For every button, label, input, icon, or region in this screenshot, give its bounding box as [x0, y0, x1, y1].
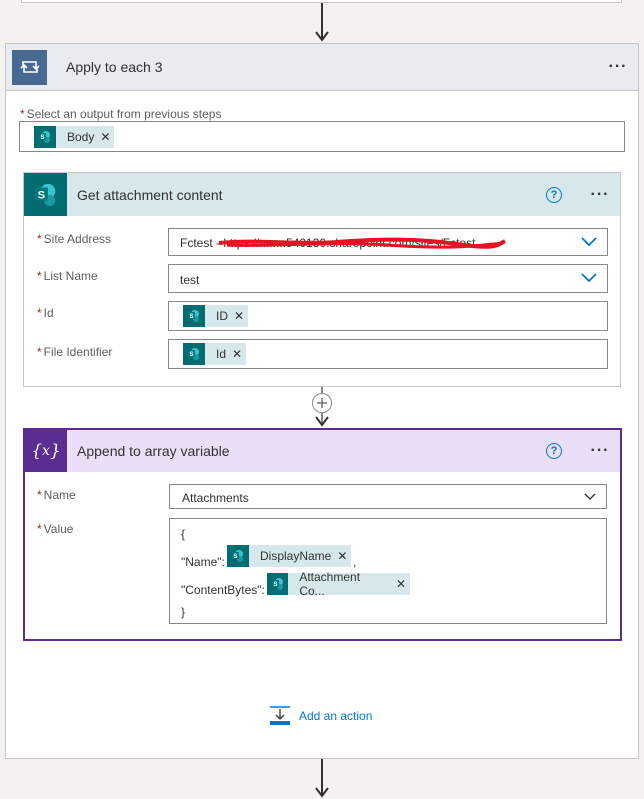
svg-text:S: S: [189, 314, 193, 320]
id-token[interactable]: S ID ✕: [183, 305, 249, 327]
arrow-down-icon: [315, 787, 329, 798]
name-value: Attachments: [182, 491, 249, 505]
json-open-brace: {: [181, 527, 186, 541]
select-output-label: * Select an output from previous steps: [20, 107, 222, 121]
file-identifier-field[interactable]: S Id ✕: [168, 339, 608, 369]
close-icon[interactable]: ✕: [232, 347, 242, 361]
close-icon[interactable]: ✕: [100, 130, 110, 144]
more-options-button[interactable]: ···: [580, 442, 620, 460]
id-field[interactable]: S ID ✕: [168, 301, 608, 331]
redaction-mark: [218, 237, 506, 249]
append-to-array-card: {x} Append to array variable ? ··· * Name…: [23, 428, 622, 641]
token-label: Id: [216, 347, 227, 361]
json-comma: ,: [353, 555, 357, 569]
token-label: Attachment Co...: [299, 570, 361, 598]
loop-icon: [12, 49, 47, 85]
apply-to-each-container: Apply to each 3 ··· * Select an output fr…: [5, 43, 639, 759]
plus-icon: [317, 398, 327, 408]
json-close-brace: }: [181, 605, 186, 619]
value-editor[interactable]: { "Name": S DisplayName ✕ , "ContentByte…: [169, 518, 607, 624]
variable-icon: {x}: [25, 430, 67, 472]
sharepoint-icon: S: [24, 173, 67, 216]
add-action-icon: [270, 706, 290, 725]
name-label: * Name: [37, 488, 76, 502]
svg-text:S: S: [37, 189, 44, 201]
chevron-down-icon[interactable]: [584, 493, 596, 501]
displayname-token[interactable]: S DisplayName ✕: [227, 545, 352, 567]
list-name-label: * List Name: [37, 269, 98, 283]
insert-step-button[interactable]: [312, 393, 332, 413]
token-label: Body: [67, 130, 95, 144]
token-label: ID: [216, 309, 228, 323]
json-name-key: "Name":: [181, 555, 225, 569]
svg-text:S: S: [189, 352, 193, 358]
arrow-down-icon: [315, 416, 329, 427]
card-title: Append to array variable: [77, 443, 230, 459]
site-address-dropdown[interactable]: Fctest - https://........540130.sharepoi…: [168, 228, 608, 256]
get-attachment-content-header[interactable]: S Get attachment content ? ···: [24, 173, 620, 216]
sharepoint-icon: S: [34, 126, 56, 148]
token-label: DisplayName: [260, 549, 332, 563]
connector-arrow: [312, 3, 332, 43]
name-dropdown[interactable]: Attachments: [169, 484, 607, 509]
select-output-field[interactable]: S Body ✕: [19, 121, 625, 152]
apply-to-each-title: Apply to each 3: [66, 59, 163, 75]
body-token[interactable]: S Body ✕: [34, 126, 115, 148]
get-attachment-content-card: S Get attachment content ? ··· * Site Add…: [23, 172, 621, 387]
chevron-down-icon[interactable]: [581, 237, 597, 247]
svg-text:S: S: [273, 582, 277, 588]
list-name-value: test: [180, 273, 200, 287]
sharepoint-icon: S: [227, 545, 249, 567]
chevron-down-icon[interactable]: [581, 273, 597, 283]
file-identifier-label: * File Identifier: [37, 345, 113, 359]
attachment-content-token[interactable]: S Attachment Co... ✕: [267, 570, 410, 598]
close-icon[interactable]: ✕: [396, 577, 406, 591]
svg-text:S: S: [233, 554, 237, 560]
help-icon[interactable]: ?: [546, 186, 562, 203]
apply-to-each-header[interactable]: Apply to each 3 ···: [6, 44, 638, 91]
sharepoint-icon: S: [183, 343, 205, 365]
close-icon[interactable]: ✕: [337, 549, 347, 563]
value-label: * Value: [37, 522, 74, 536]
list-name-dropdown[interactable]: test: [168, 264, 608, 293]
id-label: * Id: [37, 306, 54, 320]
more-options-button[interactable]: ···: [598, 58, 638, 76]
help-icon[interactable]: ?: [546, 443, 562, 459]
more-options-button[interactable]: ···: [580, 186, 620, 204]
file-identifier-token[interactable]: S Id ✕: [183, 343, 247, 365]
json-contentbytes-key: "ContentBytes":: [181, 583, 265, 597]
sharepoint-icon: S: [183, 305, 205, 327]
add-action-label: Add an action: [299, 709, 373, 723]
svg-text:S: S: [40, 135, 44, 141]
card-title: Get attachment content: [77, 186, 223, 203]
append-to-array-header[interactable]: {x} Append to array variable ? ···: [25, 430, 620, 472]
site-address-label: * Site Address: [37, 232, 112, 246]
close-icon[interactable]: ✕: [234, 309, 244, 323]
add-action-button[interactable]: Add an action: [269, 706, 372, 726]
sharepoint-icon: S: [267, 573, 289, 595]
arrow-down-icon: [315, 31, 329, 42]
connector-arrow: [312, 759, 332, 799]
